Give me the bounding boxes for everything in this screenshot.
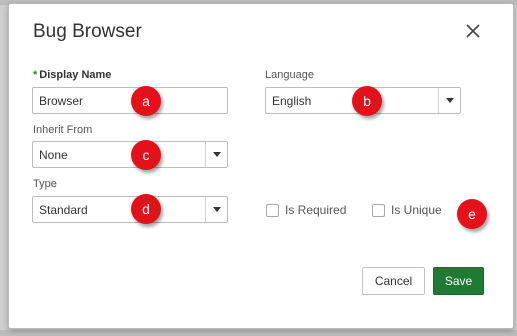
is-unique-checkbox[interactable] [372,203,385,217]
annotation-badge-d: d [131,194,161,224]
language-value: English [272,94,312,108]
bug-browser-dialog: Bug Browser * Display Name Browser Langua… [8,3,514,329]
is-required-option[interactable]: Is Required [266,203,346,217]
is-unique-label: Is Unique [391,203,442,217]
display-name-label: * Display Name [33,69,111,81]
backdrop-bottom-strip [0,330,517,336]
is-unique-option[interactable]: Is Unique [372,203,442,217]
inherit-from-value: None [39,148,68,162]
inherit-from-select[interactable]: None [32,141,228,168]
chevron-down-icon[interactable] [438,88,460,113]
required-mark: * [33,69,38,81]
chevron-down-icon[interactable] [205,197,227,222]
inherit-from-label: Inherit From [33,124,93,136]
type-value: Standard [39,203,88,217]
dialog-title: Bug Browser [33,21,142,42]
language-label: Language [265,69,314,81]
display-name-value: Browser [39,94,84,108]
close-icon[interactable] [463,21,483,41]
cancel-button[interactable]: Cancel [362,267,425,295]
display-name-input[interactable]: Browser [32,87,228,114]
type-select[interactable]: Standard [32,196,228,223]
annotation-badge-a: a [131,86,161,116]
save-button[interactable]: Save [433,267,484,295]
type-label: Type [33,178,57,190]
annotation-badge-b: b [352,86,382,116]
annotation-badge-c: c [131,140,161,170]
is-required-checkbox[interactable] [266,203,279,217]
display-name-label-text: Display Name [39,69,112,81]
annotation-badge-e: e [457,199,487,229]
is-required-label: Is Required [285,203,347,217]
chevron-down-icon[interactable] [205,142,227,167]
